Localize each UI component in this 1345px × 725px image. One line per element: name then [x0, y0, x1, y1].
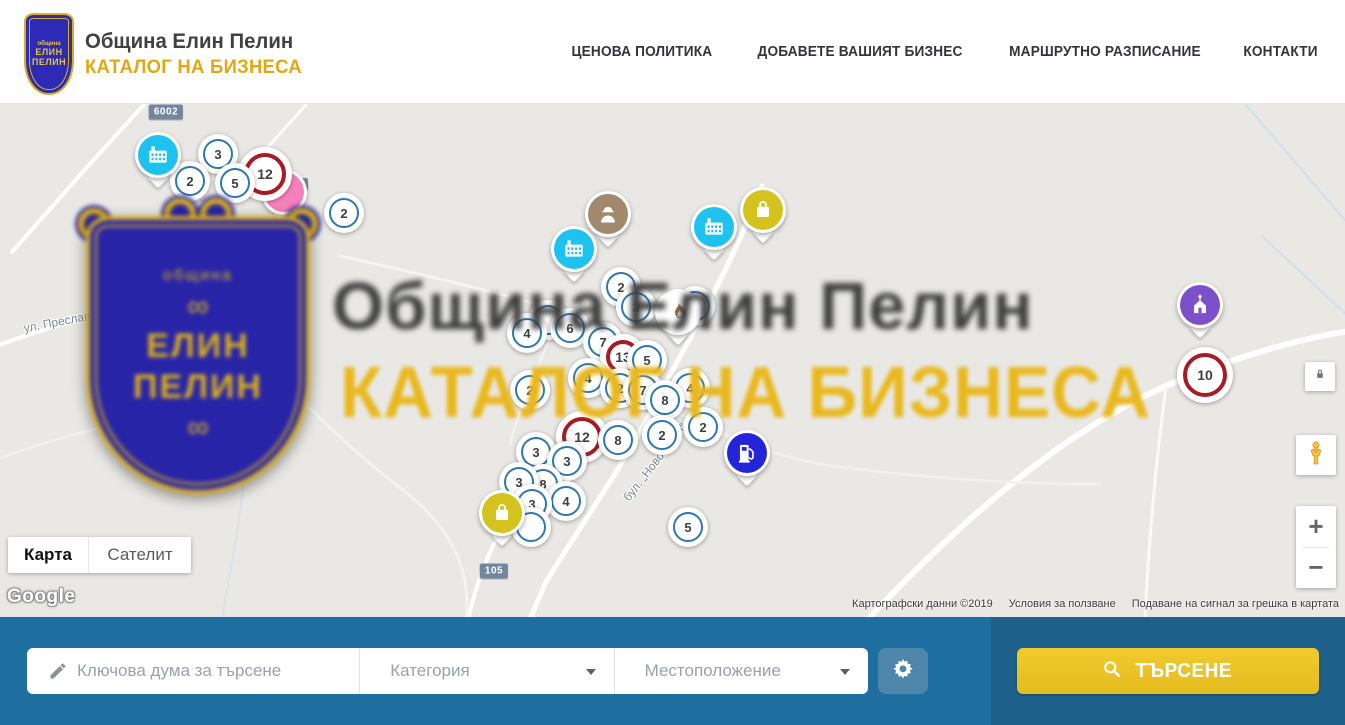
cluster-count: 2	[526, 383, 533, 398]
cluster-count: 4	[523, 326, 530, 341]
cluster-marker[interactable]: 2	[683, 407, 723, 447]
keyword-search-input[interactable]	[75, 660, 359, 682]
cluster-marker[interactable]: 4	[507, 313, 547, 353]
nav-item[interactable]: ДОБАВЕТЕ ВАШИЯТ БИЗНЕС	[757, 44, 962, 60]
lock-button[interactable]	[1305, 362, 1335, 391]
fuel-pin[interactable]	[724, 430, 770, 476]
search-field-group: Категория Местоположение	[27, 648, 868, 694]
bag-icon	[482, 493, 522, 533]
road-badge: 105	[480, 564, 508, 579]
zoom-control: + −	[1296, 506, 1336, 588]
cluster-marker[interactable]: 4	[546, 481, 586, 521]
fuel-icon	[727, 433, 767, 473]
cluster-count: 2	[186, 174, 193, 189]
cluster-marker[interactable]: 8	[598, 420, 638, 460]
map-data-notice: Картографски данни ©2019	[852, 598, 993, 610]
cluster-marker[interactable]: 3	[616, 287, 656, 327]
factory-icon	[694, 207, 734, 247]
brand[interactable]: община ЕЛИН ПЕЛИН Община Елин Пелин КАТА…	[24, 13, 309, 95]
church-icon	[1180, 285, 1220, 325]
cluster-count: 8	[614, 433, 621, 448]
search-bar: Категория Местоположение	[0, 617, 991, 725]
attribution-link[interactable]: Подаване на сигнал за грешка в картата	[1132, 598, 1339, 610]
cluster-count: 10	[1197, 367, 1213, 383]
cluster-count: 4	[584, 371, 591, 386]
gear-icon	[892, 658, 914, 685]
cluster-count: 5	[643, 353, 650, 368]
location-dropdown[interactable]: Местоположение	[615, 648, 868, 694]
category-dropdown[interactable]: Категория	[360, 648, 614, 694]
main-nav: ЦЕНОВА ПОЛИТИКА ДОБАВЕТЕ ВАШИЯТ БИЗНЕС МАР…	[567, 0, 1320, 103]
nav-item[interactable]: МАРШРУТНО РАЗПИСАНИЕ	[1009, 44, 1201, 60]
shopping-pin[interactable]	[740, 187, 786, 233]
header: община ЕЛИН ПЕЛИН Община Елин Пелин КАТА…	[0, 0, 1345, 104]
keyword-section	[27, 648, 360, 694]
cluster-marker[interactable]: 2	[324, 193, 364, 233]
church-pin[interactable]	[1177, 282, 1223, 328]
map-attribution: Картографски данни ©2019 Условия за ползв…	[852, 598, 1339, 610]
cluster-count: 5	[231, 176, 238, 191]
factory-pin[interactable]	[691, 204, 737, 250]
cluster-count: 8	[661, 393, 668, 408]
cluster-count: 4	[686, 381, 693, 396]
map-type-map-button[interactable]: Карта	[8, 537, 89, 573]
flame-icon	[658, 292, 698, 332]
chevron-down-icon	[840, 669, 850, 675]
cluster-marker[interactable]	[187, 201, 227, 241]
worker-icon	[588, 194, 628, 234]
brand-title: Община Елин Пелин	[85, 30, 302, 54]
cluster-count: 6	[566, 321, 573, 336]
advanced-settings-button[interactable]	[878, 648, 928, 694]
nav-item[interactable]: ЦЕНОВА ПОЛИТИКА	[572, 44, 713, 60]
cluster-marker[interactable]: 2	[642, 415, 682, 455]
cluster-count: 2	[658, 428, 665, 443]
attribution-link[interactable]: Условия за ползване	[1009, 598, 1116, 610]
cluster-marker[interactable]: 8	[645, 380, 685, 420]
cluster-ring	[192, 206, 222, 236]
google-logo[interactable]: Google	[7, 586, 75, 608]
cluster-marker[interactable]: 2	[510, 370, 550, 410]
cluster-count: 4	[562, 494, 569, 509]
brand-subtitle: КАТАЛОГ НА БИЗНЕСА	[85, 57, 302, 79]
municipality-crest-logo: община ЕЛИН ПЕЛИН	[24, 13, 74, 95]
factory-pin[interactable]	[135, 132, 181, 178]
cluster-marker[interactable]: 10	[1177, 347, 1233, 403]
nav-item[interactable]: КОНТАКТИ	[1243, 44, 1317, 60]
flame-pin[interactable]	[655, 289, 701, 335]
search-icon	[1102, 659, 1122, 684]
road-badge: 6002	[149, 105, 183, 120]
chevron-down-icon	[586, 669, 596, 675]
zoom-in-button[interactable]: +	[1296, 506, 1336, 547]
lock-icon	[1313, 367, 1327, 386]
cluster-marker[interactable]: 5	[215, 163, 255, 203]
worker-pin[interactable]	[585, 191, 631, 237]
page: 6002105ул. Преславбул. „Новоселци“321252…	[0, 0, 1345, 725]
map-type-control: Карта Сателит	[8, 537, 191, 573]
factory-icon	[138, 135, 178, 175]
zoom-out-button[interactable]: −	[1296, 548, 1336, 589]
cluster-count: 3	[532, 445, 539, 460]
pegman-button[interactable]	[1296, 435, 1336, 475]
cluster-count: 3	[632, 300, 639, 315]
cluster-count: 2	[699, 420, 706, 435]
factory-icon	[554, 229, 594, 269]
shopping-pin[interactable]	[479, 490, 525, 536]
cluster-count: 12	[257, 166, 273, 182]
cluster-marker[interactable]: 5	[668, 507, 708, 547]
pencil-icon	[48, 661, 68, 681]
search-panel: ТЪРСЕНЕ	[991, 617, 1345, 725]
search-button[interactable]: ТЪРСЕНЕ	[1017, 648, 1319, 694]
cluster-count: 3	[214, 147, 221, 162]
cluster-count: 5	[684, 520, 691, 535]
cluster-count: 2	[340, 206, 347, 221]
factory-pin[interactable]	[551, 226, 597, 272]
bag-icon	[743, 190, 783, 230]
pegman-icon	[1303, 440, 1329, 471]
cluster-count: 3	[563, 454, 570, 469]
map-type-satellite-button[interactable]: Сателит	[89, 537, 191, 573]
